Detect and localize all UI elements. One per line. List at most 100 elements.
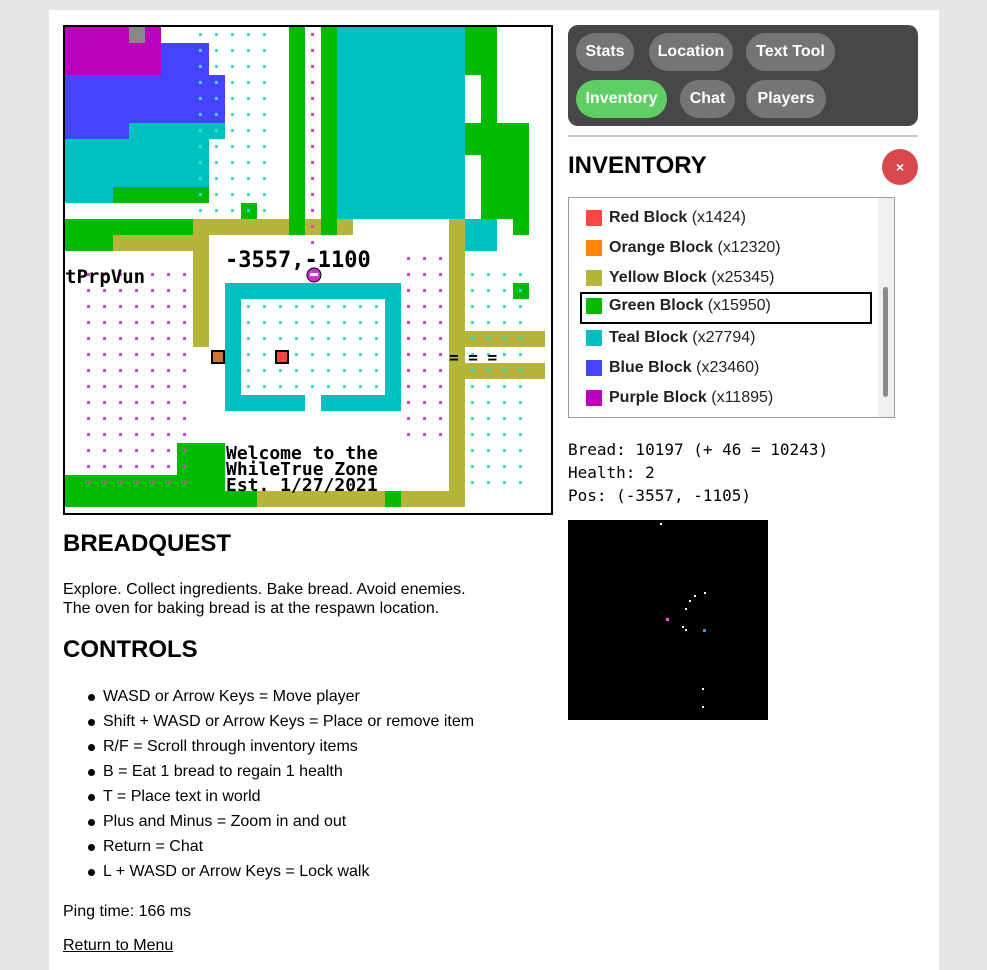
world-tile <box>225 395 305 411</box>
ground-dot <box>167 449 170 452</box>
ground-dot <box>215 49 218 52</box>
ground-dot <box>471 305 474 308</box>
ground-dot <box>263 49 266 52</box>
ground-dot <box>103 449 106 452</box>
inventory-item-orange-block[interactable]: Orange Block (x12320) <box>580 234 868 262</box>
ground-dot <box>263 177 266 180</box>
game-canvas[interactable]: -3557,-1100 tPrpVun = = = Welcome to the… <box>63 25 553 515</box>
ground-dot <box>439 337 442 340</box>
tab-location[interactable]: Location <box>649 33 733 71</box>
tab-inventory[interactable]: Inventory <box>576 80 667 118</box>
control-item: L + WASD or Arrow Keys = Lock walk <box>63 863 474 888</box>
close-button[interactable]: × <box>882 149 918 185</box>
ground-dot <box>343 369 346 372</box>
ground-dot <box>87 305 90 308</box>
ground-dot <box>407 433 410 436</box>
bread-stat: Bread: 10197 (+ 46 = 10243) <box>568 440 829 459</box>
world-tile <box>129 123 225 139</box>
ground-dot <box>247 193 250 196</box>
ground-dot <box>183 433 186 436</box>
scrollbar-thumb[interactable] <box>883 287 888 397</box>
ground-dot <box>247 305 250 308</box>
ground-dot <box>407 289 410 292</box>
ground-dot <box>247 353 250 356</box>
return-to-menu-link[interactable]: Return to Menu <box>63 937 173 955</box>
ground-dot <box>119 449 122 452</box>
ground-dot <box>231 209 234 212</box>
item-count: (x1424) <box>691 209 746 226</box>
ground-dot <box>247 33 250 36</box>
ground-dot <box>87 385 90 388</box>
ground-dot <box>375 353 378 356</box>
ground-dot <box>519 289 522 292</box>
ground-dot <box>247 321 250 324</box>
ground-dot <box>119 289 122 292</box>
inventory-item-green-block[interactable]: Green Block (x15950) <box>580 292 872 324</box>
world-tile <box>321 395 401 411</box>
ground-dot <box>119 337 122 340</box>
ground-dot <box>471 289 474 292</box>
world-tile <box>65 187 113 203</box>
tab-chat[interactable]: Chat <box>680 80 735 118</box>
ground-dot <box>247 161 250 164</box>
ground-dot <box>87 337 90 340</box>
ground-dot <box>87 353 90 356</box>
ground-dot <box>439 369 442 372</box>
ground-dot <box>279 369 282 372</box>
ground-dot <box>119 321 122 324</box>
ground-dot <box>423 369 426 372</box>
world-tile <box>481 75 497 123</box>
ground-dot <box>103 417 106 420</box>
ground-dot <box>471 369 474 372</box>
ground-dot <box>183 353 186 356</box>
ground-dot <box>151 481 154 484</box>
inventory-item-red-block[interactable]: Red Block (x1424) <box>580 204 868 232</box>
inventory-scrollbar[interactable] <box>878 198 894 417</box>
inventory-list[interactable]: Red Block (x1424) Orange Block (x12320) … <box>568 197 895 418</box>
ground-dot <box>311 113 314 116</box>
inventory-item-teal-block[interactable]: Teal Block (x27794) <box>580 324 868 352</box>
ground-dot <box>295 369 298 372</box>
ground-dot <box>327 321 330 324</box>
ground-dot <box>519 273 522 276</box>
ground-gray-block <box>129 27 145 43</box>
ground-dot <box>439 353 442 356</box>
ground-dot <box>311 353 314 356</box>
ground-dot <box>119 465 122 468</box>
ground-dot <box>151 433 154 436</box>
world-tile <box>481 203 513 219</box>
inventory-item-purple-block[interactable]: Purple Block (x11895) <box>580 384 868 412</box>
ground-dot <box>215 129 218 132</box>
ground-dot <box>503 305 506 308</box>
tab-players[interactable]: Players <box>746 80 826 118</box>
world-tile <box>465 219 497 251</box>
ground-dot <box>311 97 314 100</box>
ground-dot <box>279 337 282 340</box>
tab-text-tool[interactable]: Text Tool <box>746 33 835 71</box>
sign-text: = = = <box>449 348 497 367</box>
world-tile <box>465 123 529 155</box>
ground-dot <box>103 401 106 404</box>
ground-dot <box>215 81 218 84</box>
ground-dot <box>119 369 122 372</box>
ground-dot <box>87 321 90 324</box>
ground-dot <box>439 321 442 324</box>
ground-dot <box>503 321 506 324</box>
inventory-item-blue-block[interactable]: Blue Block (x23460) <box>580 354 868 382</box>
ground-dot <box>263 113 266 116</box>
ground-dot <box>407 273 410 276</box>
oven-block[interactable] <box>275 350 289 364</box>
ground-dot <box>343 321 346 324</box>
ground-dot <box>519 385 522 388</box>
ground-dot <box>167 273 170 276</box>
chest-block[interactable] <box>211 350 225 364</box>
inventory-item-yellow-block[interactable]: Yellow Block (x25345) <box>580 264 868 292</box>
ground-dot <box>167 289 170 292</box>
world-map[interactable]: -3557,-1100 tPrpVun = = = Welcome to the… <box>65 27 551 513</box>
ground-dot <box>471 321 474 324</box>
tab-stats[interactable]: Stats <box>576 33 634 71</box>
ground-dot <box>407 369 410 372</box>
page: -3557,-1100 tPrpVun = = = Welcome to the… <box>49 10 939 970</box>
ground-dot <box>311 65 314 68</box>
ground-dot <box>407 321 410 324</box>
